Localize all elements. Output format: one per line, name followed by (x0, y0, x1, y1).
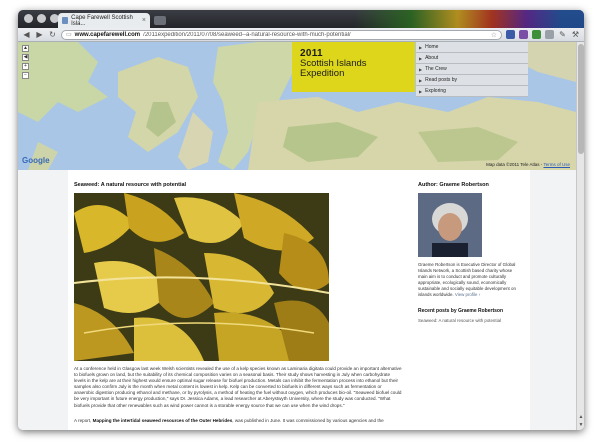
map-credit: Map data ©2011 Tele Atlas - Terms of Use (486, 162, 570, 167)
menu-item-label: Read posts by (425, 77, 458, 83)
zoom-in-icon[interactable]: + (22, 63, 29, 70)
browser-toolbar: ◀ ▶ ↻ ▭ www.capefarewell.com /2011expedi… (18, 28, 584, 42)
paragraph-prefix: A report, (74, 418, 93, 423)
map-credit-text: Map data ©2011 Tele Atlas - (486, 162, 543, 167)
post-paragraph: A report, Mapping the intertidal seaweed… (74, 418, 402, 424)
url-path: /2011expedition/2011/07/08/seaweed--a-na… (143, 31, 351, 38)
seaweed-illustration (74, 193, 329, 361)
scroll-down-icon[interactable]: ▼ (578, 422, 584, 428)
menu-item-label: Home (425, 44, 439, 50)
favicon-icon (62, 17, 69, 24)
page-menu-icon[interactable]: ✎ (558, 30, 567, 39)
reload-icon[interactable]: ↻ (48, 30, 57, 39)
terms-of-use-link[interactable]: Terms of Use (543, 162, 570, 167)
author-sidebar: Author: Graeme Robertson Graeme Robertso… (418, 182, 518, 323)
menu-item-label: Exploring (425, 88, 446, 94)
menu-item-about[interactable]: ▶ About (416, 53, 528, 64)
arrow-right-icon: ▶ (419, 77, 423, 83)
back-icon[interactable]: ◀ (22, 30, 31, 39)
arrow-right-icon: ▶ (419, 66, 423, 72)
new-tab-button[interactable] (154, 16, 166, 25)
menu-item-label: About (425, 55, 439, 61)
forward-icon[interactable]: ▶ (35, 30, 44, 39)
map-zoom-controls: ▲ ◀ + − (22, 45, 29, 79)
report-title: Mapping the intertidal seaweed resources… (92, 418, 233, 423)
url-host: www.capefarewell.com (74, 31, 141, 38)
site-menu: ▶ Home ▶ About ▶ The Crew ▶ Read posts by ▶ E… (416, 42, 528, 97)
page-icon: ▭ (66, 32, 72, 38)
browser-window: Cape Farewell Scottish Isla... × ◀ ▶ ↻ ▭… (18, 10, 584, 430)
arrow-right-icon: ▶ (419, 88, 423, 94)
view-profile-link[interactable]: View profile › (455, 292, 480, 297)
author-photo (418, 193, 482, 257)
recent-post-link[interactable]: Seaweed: A natural resource with potenti… (418, 318, 518, 323)
window-controls (24, 14, 59, 23)
extension-icon[interactable] (532, 30, 541, 39)
post-paragraph: At a conference held in Glasgow last wee… (74, 366, 402, 408)
wrench-icon[interactable]: ⚒ (571, 30, 580, 39)
author-portrait (418, 193, 482, 257)
tab-title: Cape Farewell Scottish Isla... (71, 14, 133, 27)
logo-line2: Expedition (300, 68, 345, 79)
seaweed-image (74, 193, 329, 361)
scrollbar-thumb[interactable] (578, 44, 584, 154)
map[interactable]: ▲ ◀ + − Google Map data ©2011 Tele Atlas… (18, 42, 576, 170)
pan-icon[interactable]: ◀ (22, 54, 29, 61)
menu-item-exploring[interactable]: ▶ Exploring (416, 86, 528, 97)
address-bar[interactable]: ▭ www.capefarewell.com /2011expedition/2… (61, 29, 502, 40)
expedition-logo[interactable]: 2011 Scottish Islands Expedition (292, 42, 415, 92)
menu-item-home[interactable]: ▶ Home (416, 42, 528, 53)
menu-item-label: The Crew (425, 66, 447, 72)
author-heading: Author: Graeme Robertson (418, 182, 489, 188)
extension-icon[interactable] (519, 30, 528, 39)
zoom-out-icon[interactable]: − (22, 72, 29, 79)
bookmark-star-icon[interactable]: ☆ (491, 31, 497, 39)
close-window-button[interactable] (24, 14, 33, 23)
arrow-right-icon: ▶ (419, 55, 423, 61)
post-title: Seaweed: A natural resource with potenti… (74, 182, 187, 188)
google-logo: Google (22, 156, 50, 165)
page-scrollbar[interactable]: ▲ ▼ (576, 42, 584, 430)
author-bio: Graeme Robertson is Executive Director o… (418, 262, 518, 298)
recent-posts-heading: Recent posts by Graeme Robertson (418, 308, 504, 314)
extension-icon[interactable] (545, 30, 554, 39)
pan-up-icon[interactable]: ▲ (22, 45, 29, 52)
paragraph-suffix: , was published in June. It was commissi… (232, 418, 384, 423)
menu-item-read-posts-by[interactable]: ▶ Read posts by (416, 75, 528, 86)
arrow-right-icon: ▶ (419, 44, 423, 50)
menu-item-crew[interactable]: ▶ The Crew (416, 64, 528, 75)
minimize-window-button[interactable] (37, 14, 46, 23)
main-content: Seaweed: A natural resource with potenti… (68, 170, 530, 430)
browser-tab[interactable]: Cape Farewell Scottish Isla... × (58, 13, 150, 28)
theme-decoration (354, 10, 584, 28)
extension-icon[interactable] (506, 30, 515, 39)
close-tab-icon[interactable]: × (142, 17, 146, 24)
page-viewport: ▲ ◀ + − Google Map data ©2011 Tele Atlas… (18, 42, 584, 430)
scroll-up-icon[interactable]: ▲ (578, 414, 584, 420)
title-bar: Cape Farewell Scottish Isla... × (18, 10, 584, 28)
